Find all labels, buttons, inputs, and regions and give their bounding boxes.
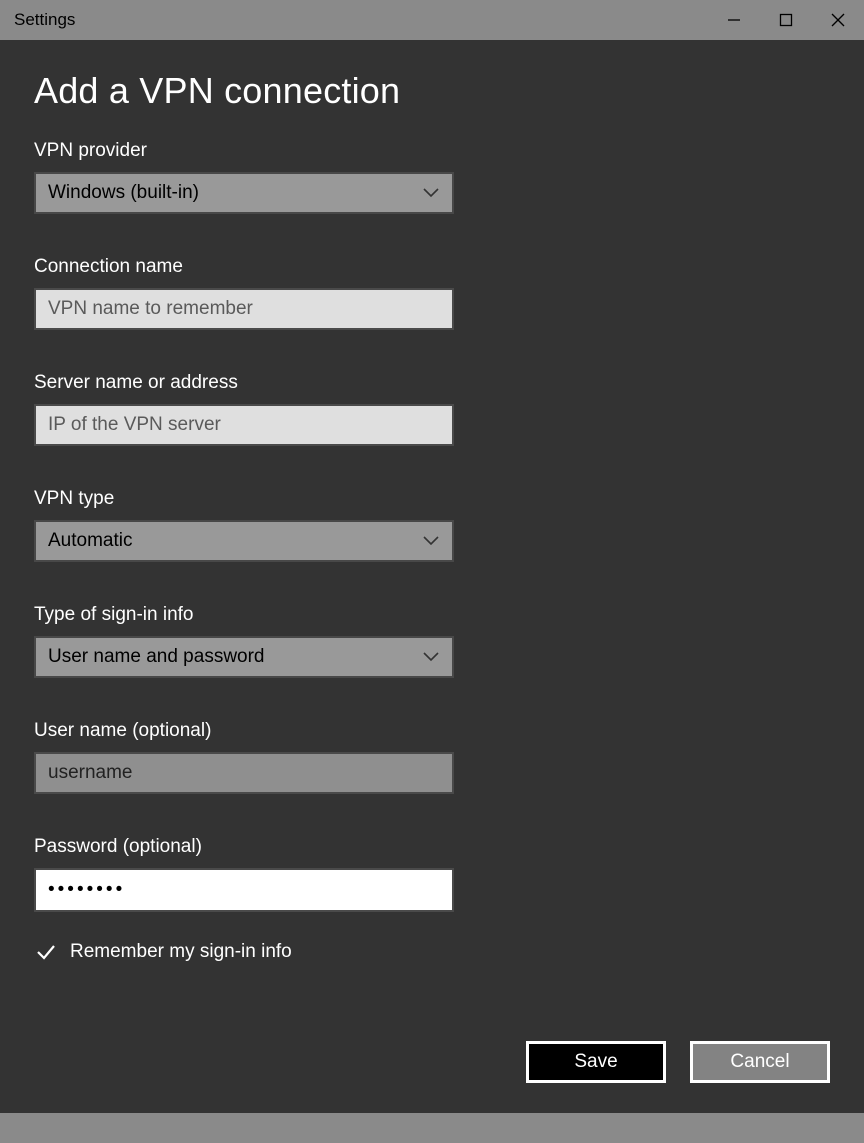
server-address-field: Server name or address IP of the VPN ser… bbox=[34, 372, 830, 446]
username-field: User name (optional) username bbox=[34, 720, 830, 794]
password-value[interactable] bbox=[48, 879, 440, 901]
connection-name-placeholder: VPN name to remember bbox=[48, 298, 253, 320]
username-label: User name (optional) bbox=[34, 720, 830, 742]
server-address-input[interactable]: IP of the VPN server bbox=[34, 404, 454, 446]
password-input[interactable] bbox=[34, 868, 454, 912]
cancel-button-label: Cancel bbox=[730, 1051, 789, 1073]
signin-type-value: User name and password bbox=[48, 646, 422, 668]
vpn-provider-dropdown[interactable]: Windows (built-in) bbox=[34, 172, 454, 214]
vpn-provider-value: Windows (built-in) bbox=[48, 182, 422, 204]
vpn-type-value: Automatic bbox=[48, 530, 422, 552]
connection-name-input[interactable]: VPN name to remember bbox=[34, 288, 454, 330]
close-button[interactable] bbox=[812, 0, 864, 40]
password-label: Password (optional) bbox=[34, 836, 830, 858]
signin-type-dropdown[interactable]: User name and password bbox=[34, 636, 454, 678]
maximize-button[interactable] bbox=[760, 0, 812, 40]
username-value: username bbox=[48, 762, 133, 784]
chevron-down-icon bbox=[422, 188, 440, 198]
password-field: Password (optional) bbox=[34, 836, 830, 912]
connection-name-label: Connection name bbox=[34, 256, 830, 278]
signin-type-label: Type of sign-in info bbox=[34, 604, 830, 626]
cancel-button[interactable]: Cancel bbox=[690, 1041, 830, 1083]
bottom-bar bbox=[0, 1113, 864, 1143]
checkmark-icon bbox=[34, 940, 58, 964]
settings-window: Settings Add a VPN connection VPN provid… bbox=[0, 0, 864, 1143]
page-title: Add a VPN connection bbox=[34, 70, 830, 112]
vpn-type-label: VPN type bbox=[34, 488, 830, 510]
save-button[interactable]: Save bbox=[526, 1041, 666, 1083]
minimize-button[interactable] bbox=[708, 0, 760, 40]
remember-signin-row[interactable]: Remember my sign-in info bbox=[34, 940, 830, 964]
chevron-down-icon bbox=[422, 536, 440, 546]
save-button-label: Save bbox=[574, 1051, 617, 1073]
vpn-type-field: VPN type Automatic bbox=[34, 488, 830, 562]
window-title: Settings bbox=[14, 10, 708, 30]
vpn-provider-label: VPN provider bbox=[34, 140, 830, 162]
vpn-type-dropdown[interactable]: Automatic bbox=[34, 520, 454, 562]
username-input[interactable]: username bbox=[34, 752, 454, 794]
server-address-label: Server name or address bbox=[34, 372, 830, 394]
remember-signin-label: Remember my sign-in info bbox=[70, 941, 292, 963]
footer-buttons: Save Cancel bbox=[526, 1041, 830, 1083]
chevron-down-icon bbox=[422, 652, 440, 662]
signin-type-field: Type of sign-in info User name and passw… bbox=[34, 604, 830, 678]
titlebar: Settings bbox=[0, 0, 864, 40]
content-area: Add a VPN connection VPN provider Window… bbox=[0, 40, 864, 1113]
connection-name-field: Connection name VPN name to remember bbox=[34, 256, 830, 330]
server-address-placeholder: IP of the VPN server bbox=[48, 414, 221, 436]
vpn-provider-field: VPN provider Windows (built-in) bbox=[34, 140, 830, 214]
